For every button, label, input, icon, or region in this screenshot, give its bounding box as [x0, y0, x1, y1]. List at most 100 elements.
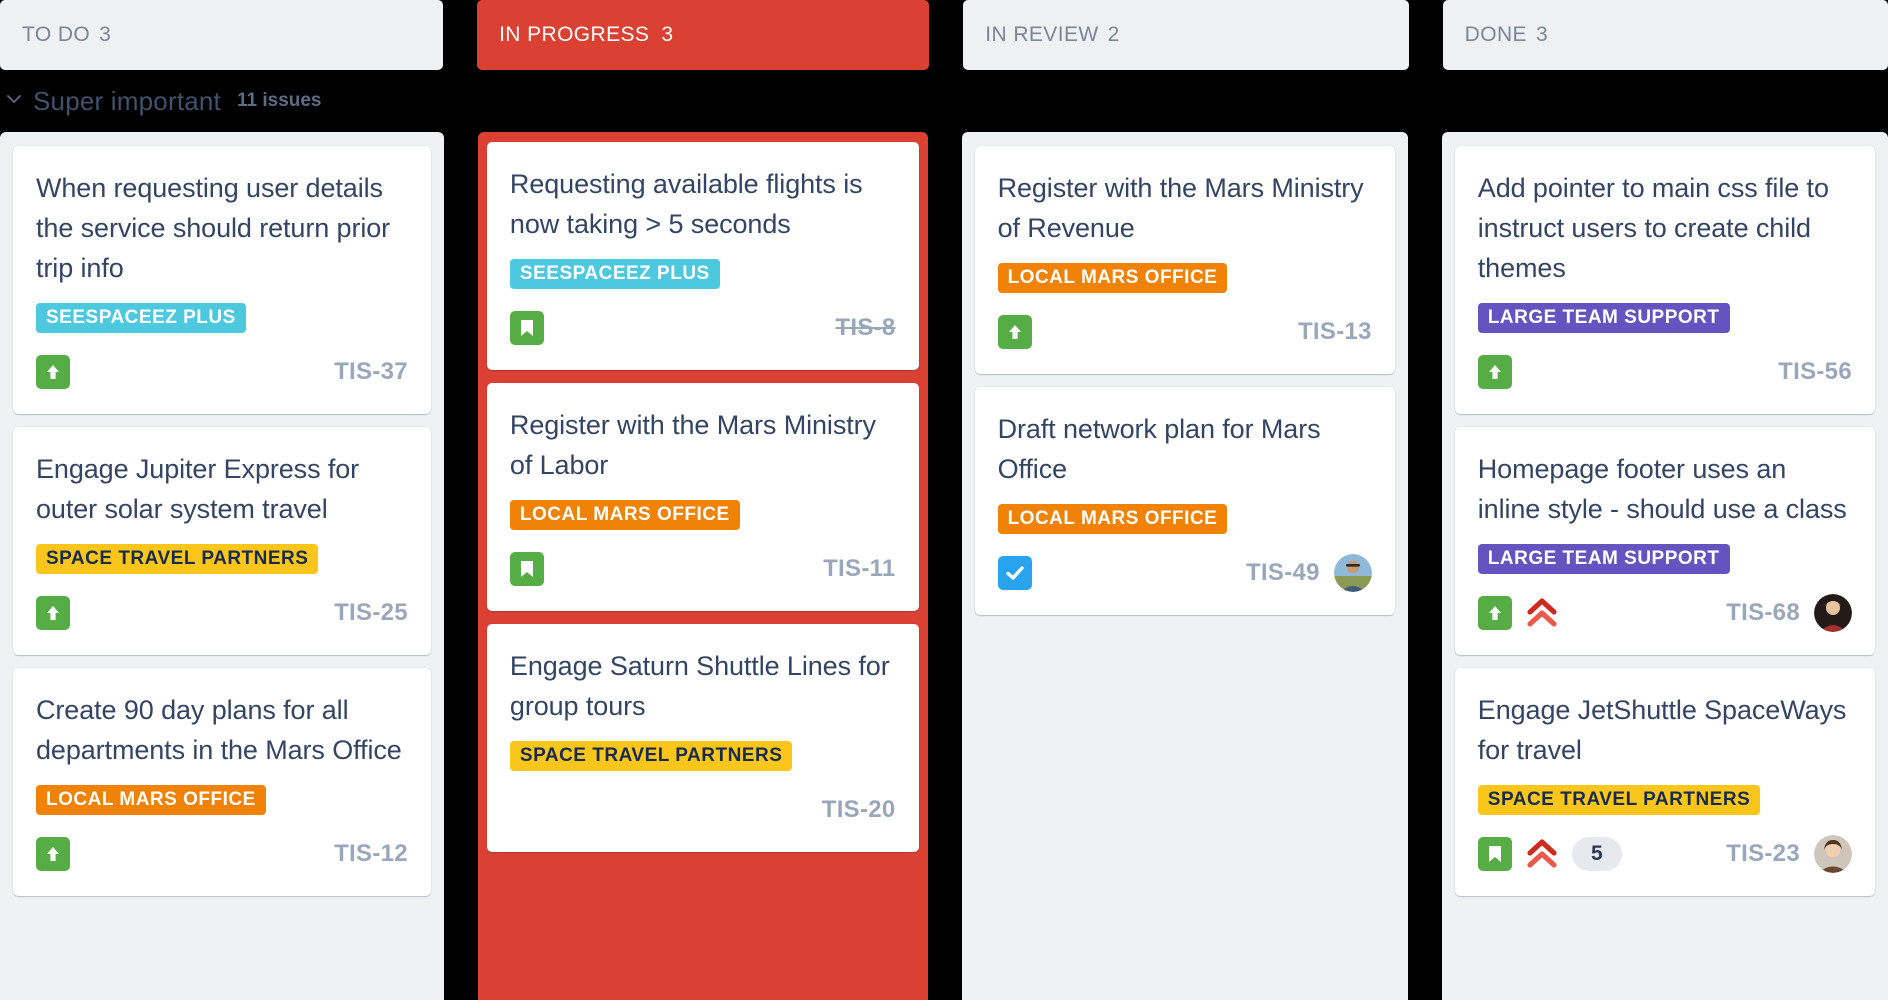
issue-card-title: Register with the Mars Ministry of Reven… — [997, 173, 1364, 243]
issue-card-title: Homepage footer uses an inline style - s… — [1477, 454, 1847, 524]
issue-card[interactable]: Engage JetShuttle SpaceWays for travel SP… — [1454, 668, 1875, 896]
issue-key[interactable]: TIS-11 — [823, 555, 896, 583]
avatar[interactable] — [1333, 554, 1372, 592]
issue-label-chip[interactable]: LOCAL MARS OFFICE — [997, 504, 1228, 534]
issue-label-chip[interactable]: SEESPACEEZ PLUS — [509, 259, 720, 289]
issue-key[interactable]: TIS-37 — [334, 358, 408, 386]
story-up-arrow-icon — [36, 596, 70, 630]
issue-card-labels: LARGE TEAM SUPPORT — [1477, 303, 1852, 333]
issue-card-footer: TIS-8 — [509, 306, 896, 350]
issue-card-labels: LOCAL MARS OFFICE — [509, 500, 896, 530]
priority-highest-icon — [1525, 596, 1559, 630]
story-up-arrow-icon — [36, 355, 70, 389]
issue-key[interactable]: TIS-56 — [1778, 358, 1852, 386]
issue-card-meta-right: TIS-49 — [1246, 554, 1372, 592]
issue-label-chip[interactable]: LOCAL MARS OFFICE — [997, 263, 1228, 293]
issue-label-chip[interactable]: LOCAL MARS OFFICE — [36, 785, 266, 815]
issue-label-chip[interactable]: SEESPACEEZ PLUS — [36, 303, 246, 333]
issue-card-meta-right: TIS-20 — [822, 796, 896, 824]
column-header-name: TO DO — [22, 23, 91, 46]
issue-card-title: When requesting user details the service… — [36, 173, 391, 283]
issue-card-meta-right: TIS-11 — [823, 555, 896, 583]
issue-card-title: Register with the Mars Ministry of Labor — [509, 410, 876, 480]
column-list: When requesting user details the service… — [0, 132, 1888, 1000]
column-inprogress[interactable]: Requesting available flights is now taki… — [477, 132, 928, 1000]
issue-card-meta-left — [36, 837, 70, 871]
issue-key[interactable]: TIS-8 — [835, 314, 895, 342]
issue-label-chip[interactable]: SPACE TRAVEL PARTNERS — [36, 544, 319, 574]
issue-card-footer: TIS-11 — [509, 547, 896, 591]
column-header-inprogress[interactable]: IN PROGRESS 3 — [477, 0, 930, 70]
avatar[interactable] — [1813, 594, 1852, 632]
issue-card-meta-left: 5 — [1477, 837, 1622, 871]
issue-label-chip[interactable]: LARGE TEAM SUPPORT — [1477, 544, 1730, 574]
issue-label-chip[interactable]: LOCAL MARS OFFICE — [509, 500, 740, 530]
task-check-icon — [997, 556, 1032, 590]
column-header-count: 3 — [1535, 23, 1549, 46]
issue-label-chip[interactable]: SPACE TRAVEL PARTNERS — [1477, 785, 1761, 815]
issue-key[interactable]: TIS-12 — [334, 840, 408, 868]
issue-card[interactable]: Create 90 day plans for all departments … — [13, 668, 431, 896]
swimlane-title: Super important — [33, 85, 221, 116]
swimlane-issue-count: 11 issues — [236, 90, 322, 111]
issue-key[interactable]: TIS-25 — [334, 599, 408, 627]
issue-card-meta-left — [36, 596, 70, 630]
issue-key[interactable]: TIS-49 — [1246, 559, 1320, 587]
column-done[interactable]: Add pointer to main css file to instruct… — [1441, 132, 1888, 1000]
column-header-name: DONE — [1464, 23, 1527, 46]
swimlane-header[interactable]: Super important 11 issues — [0, 76, 1888, 126]
column-header-done[interactable]: DONE 3 — [1442, 0, 1888, 70]
issue-card-footer: TIS-25 — [36, 591, 408, 635]
column-todo[interactable]: When requesting user details the service… — [0, 132, 444, 1000]
issue-card[interactable]: Homepage footer uses an inline style - s… — [1454, 427, 1875, 655]
issue-card-title: Requesting available flights is now taki… — [509, 169, 863, 239]
story-bookmark-icon — [1477, 837, 1512, 871]
issue-card-labels: SPACE TRAVEL PARTNERS — [1477, 785, 1852, 815]
issue-card-meta-right: TIS-37 — [334, 358, 408, 386]
story-up-arrow-icon — [1477, 355, 1512, 389]
issue-card[interactable]: Register with the Mars Ministry of Reven… — [974, 146, 1395, 374]
issue-key[interactable]: TIS-68 — [1726, 599, 1800, 627]
issue-card[interactable]: Add pointer to main css file to instruct… — [1454, 146, 1875, 414]
issue-card[interactable]: Draft network plan for Mars Office LOCAL … — [974, 387, 1395, 615]
chevron-down-icon[interactable] — [4, 89, 24, 113]
issue-card-meta-left — [1477, 355, 1512, 389]
issue-card-labels: LOCAL MARS OFFICE — [36, 785, 408, 815]
issue-card[interactable]: Register with the Mars Ministry of Labor… — [486, 383, 919, 611]
issue-key[interactable]: TIS-23 — [1726, 840, 1800, 868]
avatar[interactable] — [1813, 835, 1852, 873]
issue-card-meta-left — [997, 315, 1032, 349]
column-inreview[interactable]: Register with the Mars Ministry of Reven… — [961, 132, 1408, 1000]
issue-key[interactable]: TIS-20 — [822, 796, 896, 824]
issue-label-chip[interactable]: SPACE TRAVEL PARTNERS — [509, 741, 793, 771]
issue-card-meta-left — [509, 552, 544, 586]
issue-card-labels: LOCAL MARS OFFICE — [997, 504, 1372, 534]
column-header-name: IN REVIEW — [985, 23, 1099, 46]
issue-card-meta-right: TIS-8 — [835, 314, 895, 342]
column-header-count: 3 — [99, 23, 112, 46]
issue-label-chip[interactable]: LARGE TEAM SUPPORT — [1477, 303, 1730, 333]
issue-card[interactable]: Engage Saturn Shuttle Lines for group to… — [486, 624, 919, 852]
story-up-arrow-icon — [997, 315, 1032, 349]
story-bookmark-icon — [509, 552, 544, 586]
issue-card[interactable]: Requesting available flights is now taki… — [486, 142, 919, 370]
issue-card-labels: LOCAL MARS OFFICE — [997, 263, 1372, 293]
issue-key[interactable]: TIS-13 — [1298, 318, 1372, 346]
issue-card-meta-right: TIS-25 — [334, 599, 408, 627]
issue-card-footer: 5 TIS-23 — [1477, 832, 1852, 876]
issue-card-title: Create 90 day plans for all departments … — [36, 695, 402, 765]
issue-card-title: Engage JetShuttle SpaceWays for travel — [1477, 695, 1847, 765]
issue-card-meta-left — [1477, 596, 1559, 630]
column-header-count: 3 — [661, 23, 674, 46]
column-header-inreview[interactable]: IN REVIEW 2 — [963, 0, 1409, 70]
issue-card-meta-left — [36, 355, 70, 389]
story-up-arrow-icon — [36, 837, 70, 871]
story-points-badge: 5 — [1571, 837, 1622, 871]
issue-card-title: Draft network plan for Mars Office — [997, 414, 1321, 484]
column-header-todo[interactable]: TO DO 3 — [0, 0, 444, 70]
issue-card[interactable]: Engage Jupiter Express for outer solar s… — [13, 427, 431, 655]
issue-card[interactable]: When requesting user details the service… — [13, 146, 431, 414]
column-header-count: 2 — [1107, 23, 1120, 46]
issue-card-title: Engage Jupiter Express for outer solar s… — [36, 454, 360, 524]
column-header-row: TO DO 3 IN PROGRESS 3 IN REVIEW 2 DONE 3 — [0, 0, 1888, 70]
